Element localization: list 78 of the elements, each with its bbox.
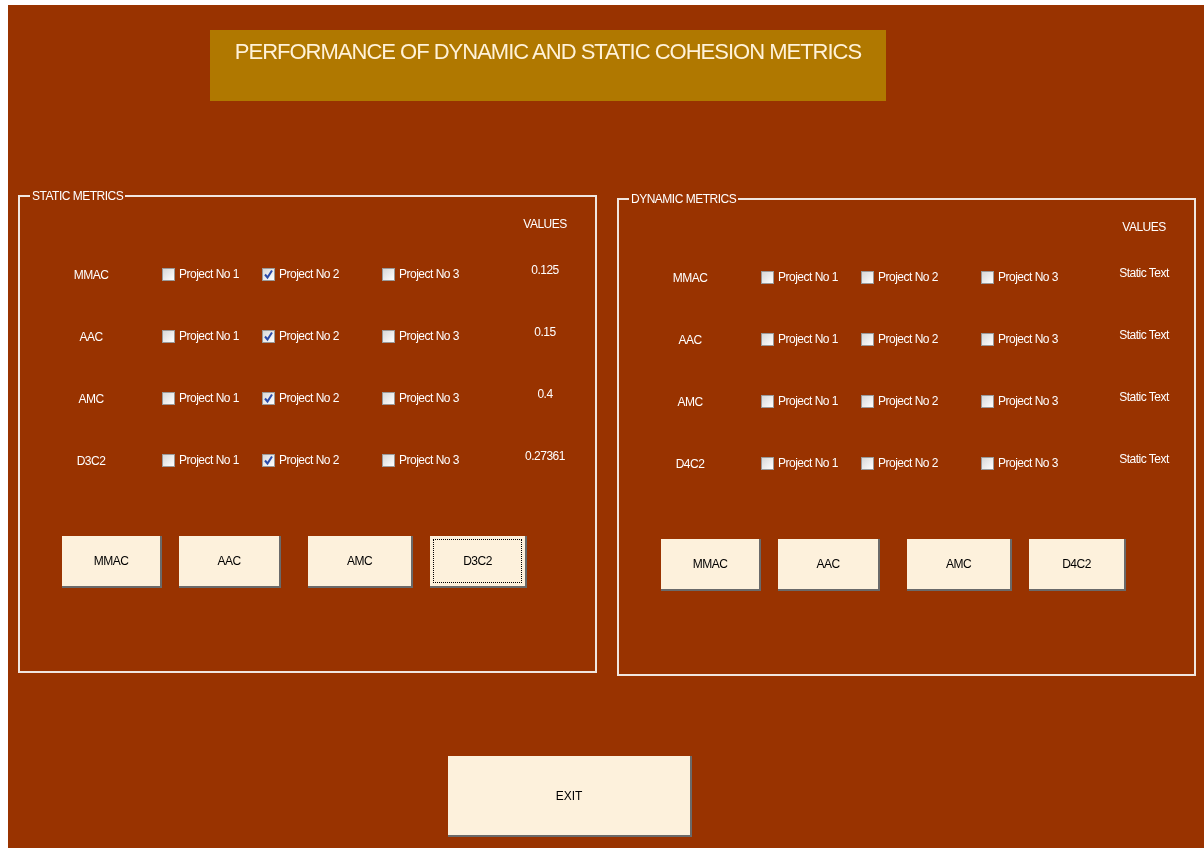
checkbox-label: Project No 1 xyxy=(179,452,240,469)
checkbox-label: Project No 3 xyxy=(998,331,1059,348)
metric-button[interactable]: MMAC xyxy=(661,539,761,591)
checkbox-label: Project No 2 xyxy=(878,269,939,286)
checkbox-label: Project No 1 xyxy=(778,393,839,410)
checkbox-label: Project No 2 xyxy=(279,266,340,283)
checkbox-label: Project No 3 xyxy=(399,452,460,469)
checkbox-label: Project No 1 xyxy=(179,266,240,283)
checkbox[interactable] xyxy=(761,270,774,284)
checkbox-label: Project No 3 xyxy=(399,390,460,407)
checkbox-label: Project No 2 xyxy=(279,452,340,469)
checkbox-label: Project No 2 xyxy=(279,390,340,407)
checkbox-label: Project No 2 xyxy=(878,393,939,410)
checkbox[interactable] xyxy=(861,456,874,470)
checkbox[interactable] xyxy=(981,394,994,408)
checkbox-label: Project No 2 xyxy=(878,455,939,472)
checkbox-label: Project No 2 xyxy=(878,331,939,348)
column-header: VALUES xyxy=(1122,219,1166,236)
checkbox-label: Project No 2 xyxy=(279,328,340,345)
value-text: 0.27361 xyxy=(525,448,565,465)
checkbox[interactable] xyxy=(981,270,994,284)
checkbox-label: Project No 3 xyxy=(399,266,460,283)
panel-title: STATIC METRICS xyxy=(31,188,125,205)
checkbox[interactable] xyxy=(262,329,275,343)
metric-button[interactable]: D3C2 xyxy=(430,536,527,588)
title-banner: PERFORMANCE OF DYNAMIC AND STATIC COHESION METRICS xyxy=(210,30,886,101)
checkbox[interactable] xyxy=(162,329,175,343)
checkbox[interactable] xyxy=(861,270,874,284)
checkbox[interactable] xyxy=(162,267,175,281)
checkbox-label: Project No 1 xyxy=(778,331,839,348)
metric-label: AAC xyxy=(678,332,702,349)
metric-button[interactable]: AMC xyxy=(907,539,1012,591)
metric-label: D4C2 xyxy=(675,456,705,473)
checkbox[interactable] xyxy=(981,332,994,346)
checkbox[interactable] xyxy=(382,453,395,467)
column-header: VALUES xyxy=(523,216,567,233)
checkbox[interactable] xyxy=(861,394,874,408)
checkbox[interactable] xyxy=(861,332,874,346)
checkbox-label: Project No 3 xyxy=(998,269,1059,286)
metric-label: AAC xyxy=(79,329,103,346)
metric-label: AMC xyxy=(78,391,104,408)
value-text: Static Text xyxy=(1119,327,1169,344)
value-text: Static Text xyxy=(1119,265,1169,282)
checkbox[interactable] xyxy=(382,329,395,343)
checkbox[interactable] xyxy=(262,453,275,467)
value-text: 0.15 xyxy=(534,324,556,341)
checkbox[interactable] xyxy=(761,332,774,346)
value-text: 0.4 xyxy=(537,386,553,403)
checkbox-label: Project No 3 xyxy=(998,455,1059,472)
metric-button[interactable]: MMAC xyxy=(62,536,162,588)
checkbox[interactable] xyxy=(761,456,774,470)
checkbox-label: Project No 1 xyxy=(179,390,240,407)
panel-title: DYNAMIC METRICS xyxy=(630,191,738,208)
metric-label: AMC xyxy=(677,394,703,411)
checkbox-label: Project No 1 xyxy=(778,269,839,286)
checkbox[interactable] xyxy=(761,394,774,408)
value-text: 0.125 xyxy=(531,262,559,279)
checkbox-label: Project No 1 xyxy=(179,328,240,345)
checkbox[interactable] xyxy=(162,391,175,405)
checkbox-label: Project No 1 xyxy=(778,455,839,472)
metric-label: D3C2 xyxy=(76,453,106,470)
checkbox[interactable] xyxy=(162,453,175,467)
metric-label: MMAC xyxy=(672,270,708,287)
metric-button[interactable]: AAC xyxy=(179,536,281,588)
checkbox[interactable] xyxy=(981,456,994,470)
value-text: Static Text xyxy=(1119,451,1169,468)
checkbox[interactable] xyxy=(382,391,395,405)
checkbox-label: Project No 3 xyxy=(998,393,1059,410)
value-text: Static Text xyxy=(1119,389,1169,406)
exit-button[interactable]: EXIT xyxy=(448,756,692,837)
checkbox-label: Project No 3 xyxy=(399,328,460,345)
metric-button[interactable]: D4C2 xyxy=(1029,539,1126,591)
checkbox[interactable] xyxy=(262,391,275,405)
checkbox[interactable] xyxy=(382,267,395,281)
metric-button[interactable]: AMC xyxy=(308,536,413,588)
metric-button[interactable]: AAC xyxy=(778,539,880,591)
metric-label: MMAC xyxy=(73,267,109,284)
checkbox[interactable] xyxy=(262,267,275,281)
